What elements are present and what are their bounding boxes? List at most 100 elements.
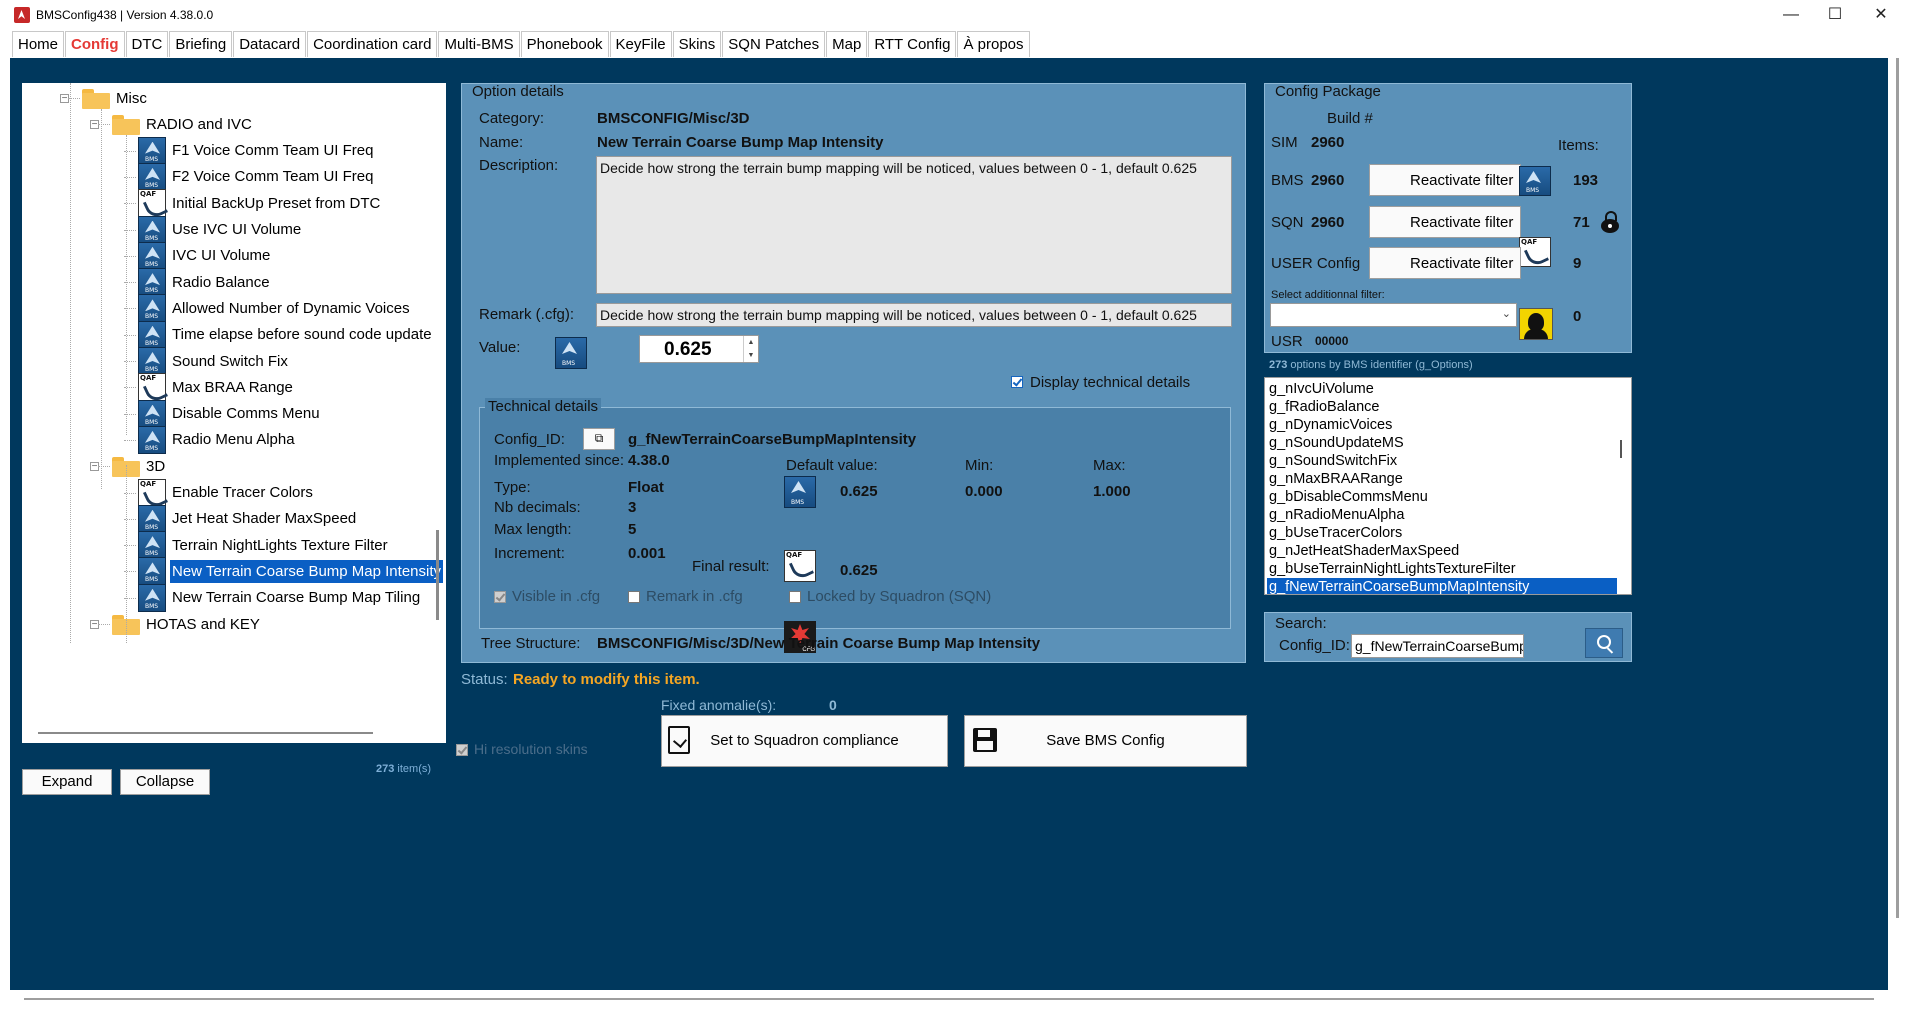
bms-icon <box>138 583 166 612</box>
final-result-value: 0.625 <box>840 562 878 579</box>
expand-button[interactable]: Expand <box>22 769 112 795</box>
save-bms-config-label: Save BMS Config <box>1046 732 1165 749</box>
fixed-anomalies-label: Fixed anomalie(s): <box>661 697 777 713</box>
value-input[interactable]: 0.625 <box>664 339 712 361</box>
bms-icon <box>784 476 816 508</box>
list-item[interactable]: g_fNewTerrainCoarseBumpMapIntensity <box>1267 578 1617 594</box>
hi-res-skins-checkbox[interactable] <box>456 744 468 756</box>
value-stepper[interactable]: 0.625 ▲ ▼ <box>639 335 759 363</box>
stepper-arrows[interactable]: ▲ ▼ <box>743 336 758 362</box>
tab-phonebook[interactable]: Phonebook <box>520 31 609 57</box>
tree-item-label: 3D <box>146 457 166 475</box>
config-id-list[interactable]: g_nIvcUiVolume g_fRadioBalance g_nDynamicV… <box>1264 377 1632 595</box>
list-item[interactable]: g_nDynamicVoices <box>1267 416 1617 434</box>
tab-home[interactable]: Home <box>12 31 65 57</box>
tab-keyfile[interactable]: KeyFile <box>609 31 672 57</box>
save-bms-config-button[interactable]: Save BMS Config <box>964 715 1247 767</box>
tree-item-label: Use IVC UI Volume <box>172 221 302 238</box>
squadron-compliance-button[interactable]: Set to Squadron compliance <box>661 715 948 767</box>
bms-icon <box>138 320 166 349</box>
sqn-label: SQN <box>1271 214 1304 231</box>
id-list-scrollbar[interactable] <box>1620 440 1622 458</box>
copy-icon[interactable]: ⧉ <box>583 428 615 450</box>
tab-datacard[interactable]: Datacard <box>233 31 307 57</box>
list-item[interactable]: g_nRadioMenuAlpha <box>1267 506 1617 524</box>
tree-item-label: Misc <box>116 89 147 107</box>
tree-item-label: Radio Menu Alpha <box>172 431 295 449</box>
window-vertical-scrollbar[interactable] <box>1890 58 1906 990</box>
tab-skins[interactable]: Skins <box>672 31 722 57</box>
list-item[interactable]: g_nMaxBRAARange <box>1267 470 1617 488</box>
max-label: Max: <box>1093 457 1126 474</box>
tree-item-label: F2 Voice Comm Team UI Freq <box>172 168 374 186</box>
maximize-button[interactable]: ☐ <box>1812 0 1858 30</box>
tab-map[interactable]: Map <box>826 31 868 57</box>
tree-vertical-scrollbar[interactable] <box>436 530 439 620</box>
search-input[interactable]: g_fNewTerrainCoarseBumpMapInt <box>1351 634 1524 658</box>
tab-briefing[interactable]: Briefing <box>169 31 233 57</box>
config-tree[interactable]: Misc−RADIO and IVC−F1 Voice Comm Team UI… <box>22 83 446 743</box>
tab--propos[interactable]: À propos <box>957 31 1030 57</box>
tree-folder[interactable]: HOTAS and KEY <box>112 609 262 639</box>
bms-icon <box>138 268 166 297</box>
implemented-value: 4.38.0 <box>628 452 670 469</box>
nb-decimals-value: 3 <box>628 499 637 516</box>
description-box[interactable]: Decide how strong the terrain bump mappi… <box>596 156 1232 294</box>
tree-item-label: New Terrain Coarse Bump Map Tiling <box>172 589 421 607</box>
bms-icon <box>138 241 166 270</box>
tab-rtt-config[interactable]: RTT Config <box>868 31 957 57</box>
default-value: 0.625 <box>840 483 878 500</box>
tab-multi-bms[interactable]: Multi-BMS <box>438 31 520 57</box>
list-item[interactable]: g_bDisableCommsMenu <box>1267 488 1617 506</box>
lock-icon[interactable] <box>1601 211 1619 233</box>
window-horizontal-scrollbar[interactable] <box>10 992 1888 1006</box>
tree-item-label: F1 Voice Comm Team UI Freq <box>172 142 374 160</box>
id-list-caption: 273 options by BMS identifier (g_Options… <box>1269 359 1473 371</box>
bms-icon <box>138 557 166 586</box>
app-icon <box>14 7 30 23</box>
config-package-title: Config Package <box>1275 83 1381 100</box>
search-config-id-label: Config_ID: <box>1279 637 1350 654</box>
minimize-button[interactable]: — <box>1768 0 1814 30</box>
reactivate-bms-filter-button[interactable]: Reactivate filter <box>1369 164 1521 196</box>
list-item[interactable]: g_nIvcUiVolume <box>1267 380 1617 398</box>
sqn-build: 2960 <box>1311 214 1345 231</box>
collapse-button[interactable]: Collapse <box>120 769 210 795</box>
display-technical-checkbox[interactable] <box>1011 376 1023 388</box>
list-item[interactable]: g_fRadioBalance <box>1267 398 1617 416</box>
tab-coordination-card[interactable]: Coordination card <box>307 31 438 57</box>
squadron-compliance-label: Set to Squadron compliance <box>710 732 899 749</box>
status-text: Ready to modify this item. <box>513 671 700 688</box>
max-value: 1.000 <box>1093 483 1131 500</box>
tree-horizontal-scrollbar[interactable] <box>38 732 373 734</box>
remark-box[interactable]: Decide how strong the terrain bump mappi… <box>596 303 1232 327</box>
tab-dtc[interactable]: DTC <box>125 31 169 57</box>
list-item[interactable]: g_bUseTracerColors <box>1267 524 1617 542</box>
search-icon <box>1597 635 1611 649</box>
locked-sqn-label: Locked by Squadron (SQN) <box>807 588 992 605</box>
close-button[interactable]: ✕ <box>1858 0 1904 30</box>
bms-icon <box>138 399 166 428</box>
qaf-icon <box>138 189 166 218</box>
list-item[interactable]: g_bUseTerrainNightLightsTextureFilter <box>1267 560 1617 578</box>
folder-icon <box>82 87 110 109</box>
reactivate-sqn-filter-button[interactable]: Reactivate filter <box>1369 206 1521 238</box>
list-item[interactable]: g_nJetHeatShaderMaxSpeed <box>1267 542 1617 560</box>
list-item[interactable]: g_nSoundUpdateMS <box>1267 434 1617 452</box>
default-label: Default value: <box>786 457 878 474</box>
description-label: Description: <box>479 157 559 174</box>
visible-cfg-checkbox[interactable] <box>494 591 506 603</box>
additional-filter-select[interactable]: ⌄ <box>1270 303 1517 327</box>
items-label: Items: <box>1558 137 1599 154</box>
tab-sqn-patches[interactable]: SQN Patches <box>722 31 826 57</box>
reactivate-user-filter-button[interactable]: Reactivate filter <box>1369 247 1521 279</box>
search-button[interactable] <box>1585 628 1623 658</box>
config-id-label: Config_ID: <box>494 431 565 448</box>
type-label: Type: <box>494 479 531 496</box>
remark-cfg-checkbox[interactable] <box>628 591 640 603</box>
qaf-icon <box>784 550 816 582</box>
usr-label: USR <box>1271 333 1303 350</box>
tab-config[interactable]: Config <box>65 31 125 57</box>
locked-sqn-checkbox[interactable] <box>789 591 801 603</box>
list-item[interactable]: g_nSoundSwitchFix <box>1267 452 1617 470</box>
